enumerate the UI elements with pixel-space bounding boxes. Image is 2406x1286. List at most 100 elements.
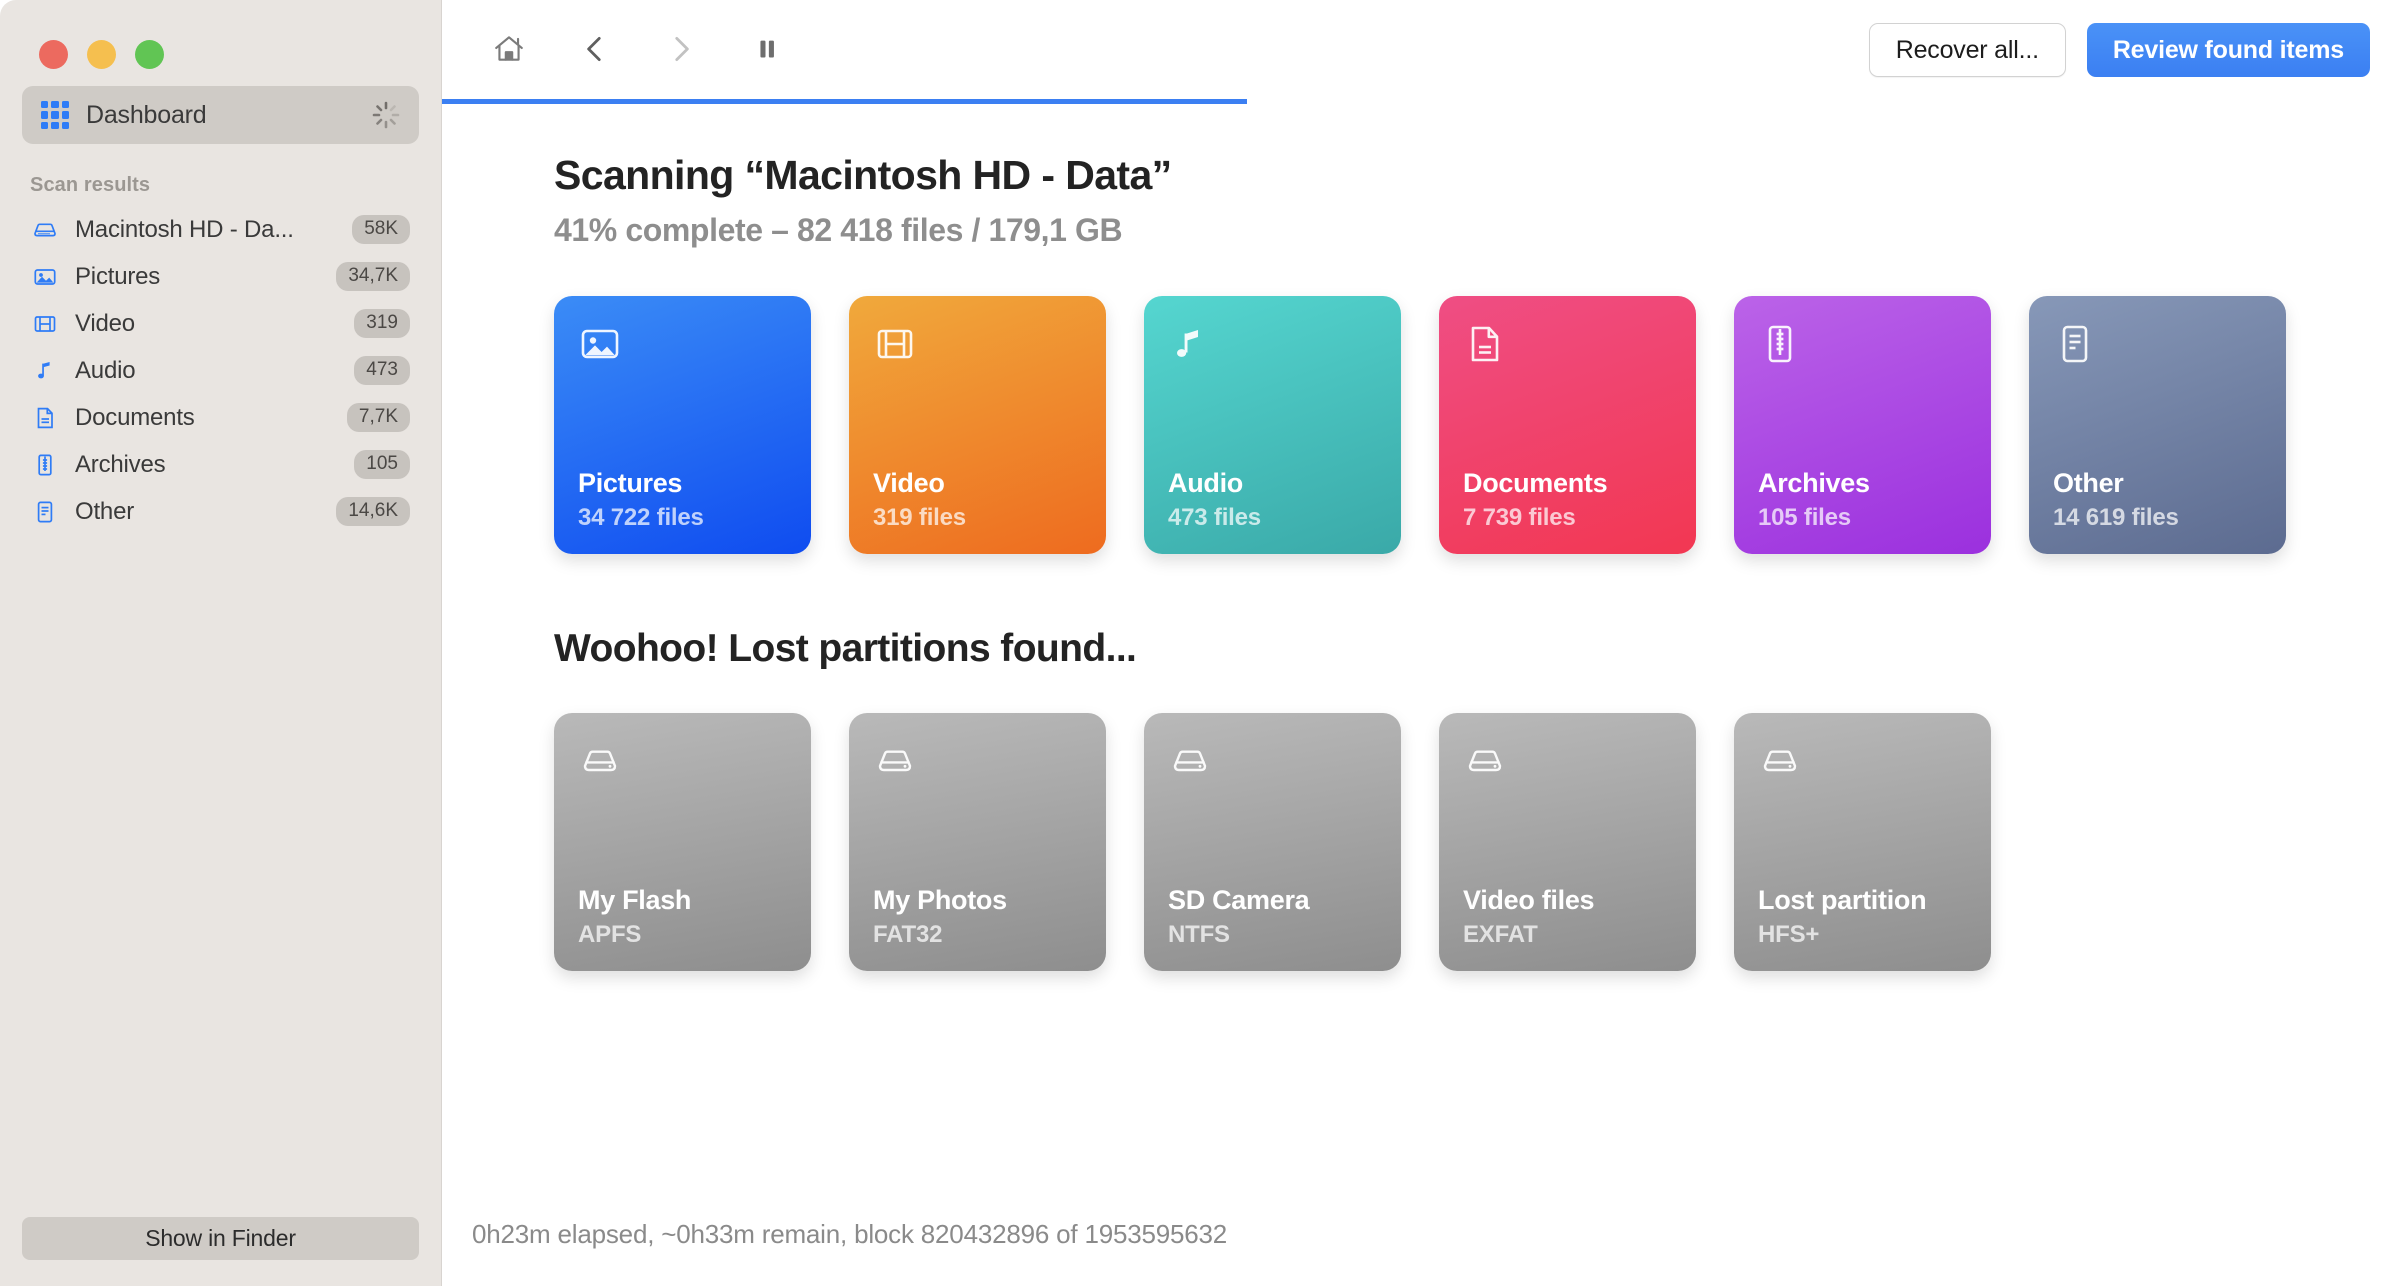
file-card-count: 7 739 files xyxy=(1463,504,1576,532)
close-window-button[interactable] xyxy=(39,40,68,69)
review-found-items-button[interactable]: Review found items xyxy=(2086,23,2370,77)
app-window: Dashboard Scan results Macintosh HD - Da… xyxy=(0,0,2406,1286)
sidebar-item-label: Macintosh HD - Da... xyxy=(75,215,294,243)
card-spacer xyxy=(578,370,787,468)
file-card-title: Documents xyxy=(1463,468,1608,499)
harddisk-icon xyxy=(1168,739,1216,787)
page-title: Scanning “Macintosh HD - Data” xyxy=(554,152,1172,198)
sidebar-item-dashboard-label: Dashboard xyxy=(86,100,207,129)
sidebar-item-label: Archives xyxy=(75,450,166,478)
archive-zip-icon xyxy=(1758,322,1806,370)
sidebar-item-label: Video xyxy=(75,309,135,337)
list-document-icon xyxy=(30,497,60,527)
home-button[interactable] xyxy=(478,19,540,81)
file-card-other[interactable]: Other 14 619 files xyxy=(2029,296,2286,554)
traffic-lights xyxy=(0,0,441,86)
sidebar-item-other[interactable]: Other 14,6K xyxy=(22,488,419,535)
film-icon xyxy=(30,309,60,339)
file-card-pictures[interactable]: Pictures 34 722 files xyxy=(554,296,811,554)
picture-icon xyxy=(30,262,60,292)
maximize-window-button[interactable] xyxy=(135,40,164,69)
sidebar-item-pictures[interactable]: Pictures 34,7K xyxy=(22,253,419,300)
partition-card-video-files[interactable]: Video files EXFAT xyxy=(1439,713,1696,971)
show-in-finder-button[interactable]: Show in Finder xyxy=(22,1217,419,1260)
partition-card-title: My Flash xyxy=(578,885,692,916)
file-card-video[interactable]: Video 319 files xyxy=(849,296,1106,554)
sidebar-item-badge: 105 xyxy=(354,450,410,479)
sidebar-item-documents[interactable]: Documents 7,7K xyxy=(22,394,419,441)
back-button[interactable] xyxy=(564,19,626,81)
card-spacer xyxy=(2053,370,2262,468)
sidebar-item-badge: 473 xyxy=(354,356,410,385)
partition-card-title: Video files xyxy=(1463,885,1595,916)
scan-status-subtitle: 41% complete – 82 418 files / 179,1 GB xyxy=(554,212,1123,248)
toolbar-actions: Recover all... Review found items xyxy=(1868,23,2370,77)
partition-card-title: My Photos xyxy=(873,885,1007,916)
file-card-archives[interactable]: Archives 105 files xyxy=(1734,296,1991,554)
sidebar: Dashboard Scan results Macintosh HD - Da… xyxy=(0,0,442,1286)
list-document-icon xyxy=(2053,322,2101,370)
music-note-icon xyxy=(1168,322,1216,370)
partition-card-row: My Flash APFS My Photos FAT32 SD Camera … xyxy=(554,713,2406,971)
pause-scan-button[interactable] xyxy=(736,19,798,81)
card-spacer xyxy=(1758,370,1967,468)
sidebar-item-badge: 14,6K xyxy=(336,497,410,526)
picture-icon xyxy=(578,322,626,370)
sidebar-item-archives[interactable]: Archives 105 xyxy=(22,441,419,488)
archive-zip-icon xyxy=(30,450,60,480)
partition-card-title: SD Camera xyxy=(1168,885,1310,916)
sidebar-item-badge: 7,7K xyxy=(346,403,410,432)
sidebar-item-label: Pictures xyxy=(75,262,161,290)
partition-card-my-photos[interactable]: My Photos FAT32 xyxy=(849,713,1106,971)
lost-partitions-heading: Woohoo! Lost partitions found... xyxy=(554,627,1137,670)
card-spacer xyxy=(1463,370,1672,468)
film-icon xyxy=(873,322,921,370)
harddisk-icon xyxy=(1758,739,1806,787)
minimize-window-button[interactable] xyxy=(87,40,116,69)
sidebar-item-audio[interactable]: Audio 473 xyxy=(22,347,419,394)
scan-progress-bar xyxy=(442,99,2406,104)
document-icon xyxy=(30,403,60,433)
partition-card-filesystem: FAT32 xyxy=(873,921,943,949)
home-icon xyxy=(492,32,526,69)
partition-card-lost-partition[interactable]: Lost partition HFS+ xyxy=(1734,713,1991,971)
file-card-title: Audio xyxy=(1168,468,1243,499)
sidebar-item-badge: 58K xyxy=(352,215,410,244)
sidebar-item-label: Documents xyxy=(75,403,195,431)
content-area: Scanning “Macintosh HD - Data” 41% compl… xyxy=(442,152,2406,971)
spinner-icon xyxy=(371,100,401,130)
file-card-documents[interactable]: Documents 7 739 files xyxy=(1439,296,1696,554)
file-card-count: 14 619 files xyxy=(2053,504,2179,532)
harddisk-icon xyxy=(873,739,921,787)
scan-status-bar: 0h23m elapsed, ~0h33m remain, block 8204… xyxy=(472,1219,1228,1249)
sidebar-item-macintosh-hd-data[interactable]: Macintosh HD - Da... 58K xyxy=(22,206,419,253)
music-note-icon xyxy=(30,356,60,386)
sidebar-item-video[interactable]: Video 319 xyxy=(22,300,419,347)
file-card-title: Other xyxy=(2053,468,2124,499)
card-spacer xyxy=(578,787,787,885)
card-spacer xyxy=(1168,787,1377,885)
partition-card-filesystem: HFS+ xyxy=(1758,921,1820,949)
file-card-title: Archives xyxy=(1758,468,1870,499)
document-icon xyxy=(1463,322,1511,370)
sidebar-section-title: Scan results xyxy=(30,174,151,196)
file-type-card-row: Pictures 34 722 files Video 319 files Au… xyxy=(554,296,2406,554)
partition-card-title: Lost partition xyxy=(1758,885,1927,916)
sidebar-item-label: Other xyxy=(75,497,135,525)
forward-button[interactable] xyxy=(650,19,712,81)
chevron-left-icon xyxy=(578,32,612,69)
scan-progress-fill xyxy=(442,99,1248,104)
card-spacer xyxy=(873,370,1082,468)
sidebar-item-dashboard[interactable]: Dashboard xyxy=(22,86,419,144)
partition-card-sd-camera[interactable]: SD Camera NTFS xyxy=(1144,713,1401,971)
harddisk-icon xyxy=(578,739,626,787)
file-card-audio[interactable]: Audio 473 files xyxy=(1144,296,1401,554)
sidebar-nav-list: Macintosh HD - Da... 58K Pictures 34,7K xyxy=(0,206,441,535)
sidebar-item-label: Audio xyxy=(75,356,136,384)
sidebar-item-badge: 319 xyxy=(354,309,410,338)
partition-card-my-flash[interactable]: My Flash APFS xyxy=(554,713,811,971)
recover-all-button[interactable]: Recover all... xyxy=(1868,23,2066,77)
card-spacer xyxy=(873,787,1082,885)
card-spacer xyxy=(1168,370,1377,468)
